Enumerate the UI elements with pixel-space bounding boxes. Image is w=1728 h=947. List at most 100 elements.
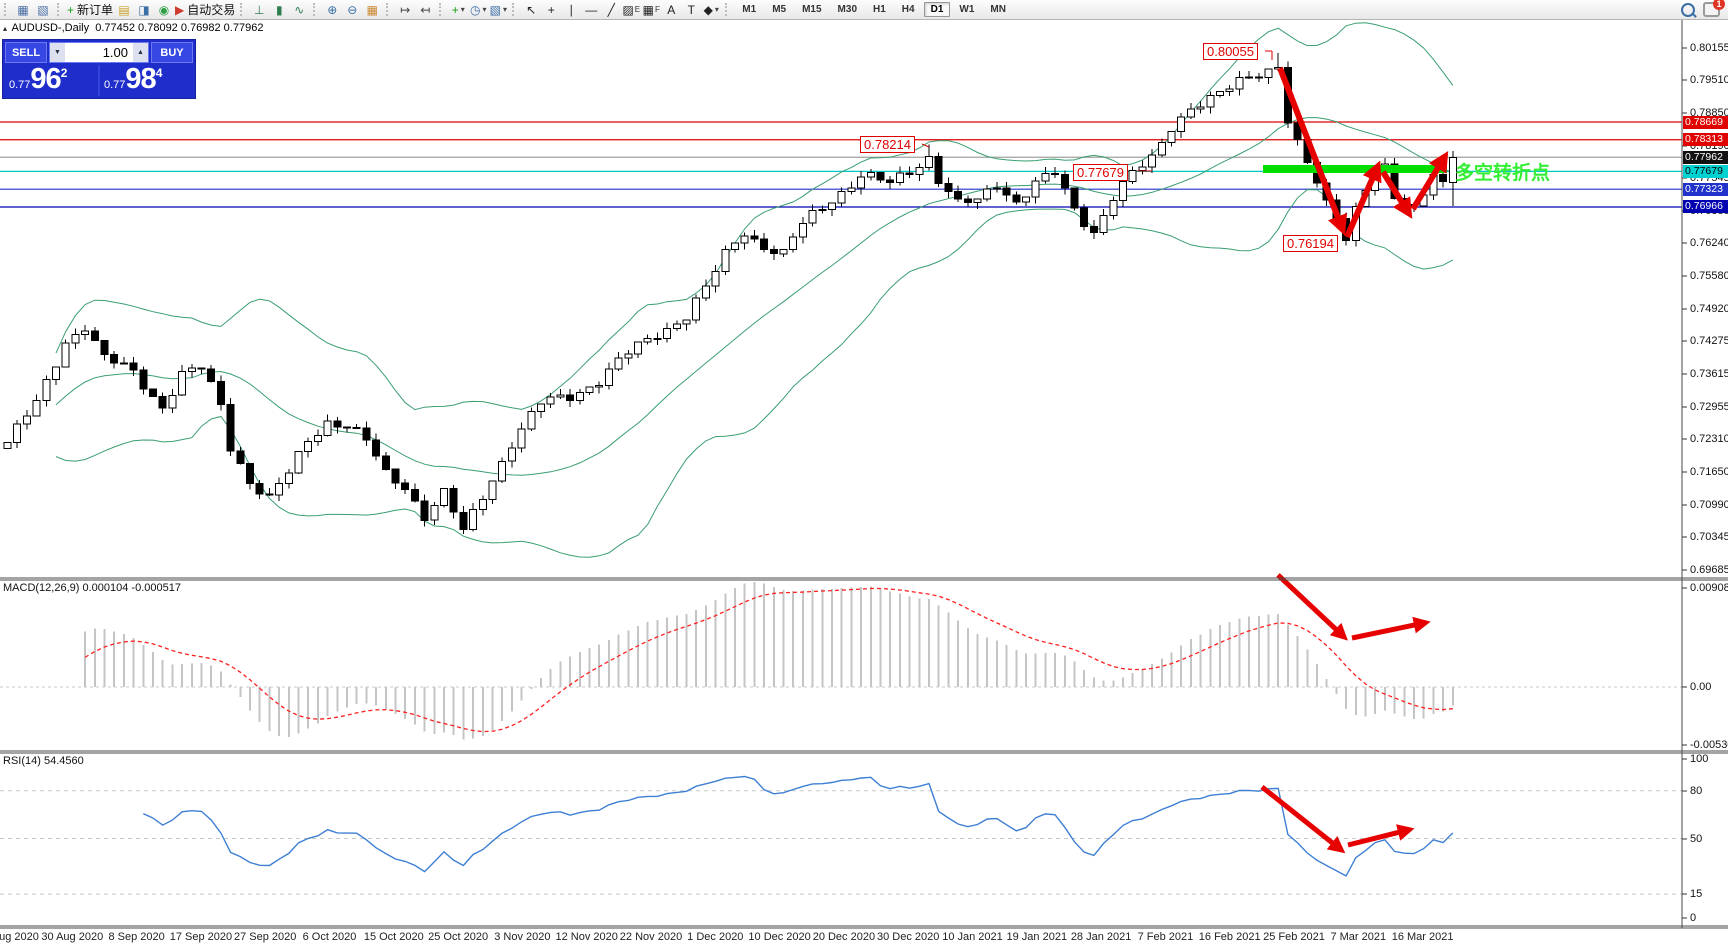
navigator-icon[interactable]: ◉ [155, 2, 173, 18]
profiles-icon[interactable]: ▧ [34, 2, 52, 18]
date-axis-label[interactable]: 20 Aug 2020 [0, 931, 39, 943]
date-axis-label[interactable]: 16 Feb 2021 [1199, 931, 1261, 943]
collapse-icon[interactable]: ▴ [3, 24, 7, 33]
date-axis-label[interactable]: 30 Dec 2020 [877, 931, 939, 943]
date-axis-label[interactable]: 28 Jan 2021 [1071, 931, 1132, 943]
equidistant-channel-icon[interactable]: ▨E [622, 2, 640, 18]
zoom-out-icon[interactable]: ⊖ [343, 2, 361, 18]
cursor-icon[interactable]: ↖ [522, 2, 540, 18]
buy-price-display[interactable]: 0.77984 [98, 65, 193, 96]
chevron-down-icon[interactable]: ▾ [503, 2, 507, 18]
timeframe-m5-button[interactable]: M5 [765, 2, 793, 17]
arrows-icon: ◆ [704, 2, 713, 18]
sell-price-display[interactable]: 0.77962 [5, 65, 98, 96]
templates-icon[interactable]: ▧▾ [489, 2, 507, 18]
trend-arrow[interactable] [1347, 168, 1377, 237]
date-axis-label[interactable]: 15 Oct 2020 [364, 931, 424, 943]
chevron-down-icon[interactable]: ▾ [461, 2, 465, 18]
trend-arrow[interactable] [1262, 787, 1340, 849]
tile-windows-icon[interactable]: ▦ [363, 2, 381, 18]
date-axis-label[interactable]: 10 Dec 2020 [748, 931, 810, 943]
date-axis-label[interactable]: 3 Nov 2020 [494, 931, 550, 943]
timeframe-mn-button[interactable]: MN [983, 2, 1013, 17]
date-axis-label[interactable]: 25 Feb 2021 [1263, 931, 1325, 943]
bar-chart-icon[interactable]: ⊥ [250, 2, 268, 18]
date-axis-label[interactable]: 1 Dec 2020 [687, 931, 743, 943]
chevron-down-icon[interactable]: ▾ [483, 2, 487, 18]
fibonacci-icon[interactable]: ▦F [642, 2, 660, 18]
notification-count-badge: 1 [1713, 0, 1725, 10]
navigator-icon: ◉ [159, 2, 169, 18]
new-order-icon-label: 新订单 [77, 2, 113, 18]
timeframe-w1-button[interactable]: W1 [952, 2, 981, 17]
toolbar-grip [725, 3, 730, 16]
candlestick-chart-icon[interactable]: ▮ [270, 2, 288, 18]
price-callout-0.78214[interactable]: 0.78214 [860, 136, 915, 153]
volume-input[interactable]: 1.00 [65, 43, 133, 62]
date-axis-label[interactable]: 30 Aug 2020 [41, 931, 103, 943]
timeframe-h1-button[interactable]: H1 [866, 2, 893, 17]
timeframe-m1-button[interactable]: M1 [735, 2, 763, 17]
candlestick-chart-icon: ▮ [276, 2, 283, 18]
date-axis-label[interactable]: 16 Mar 2021 [1392, 931, 1454, 943]
price-callout-0.76194[interactable]: 0.76194 [1283, 235, 1338, 252]
timeframe-h4-button[interactable]: H4 [895, 2, 922, 17]
trend-arrow[interactable] [1352, 623, 1424, 638]
date-axis-label[interactable]: 8 Sep 2020 [108, 931, 164, 943]
timeframe-m15-button[interactable]: M15 [795, 2, 828, 17]
date-axis-label[interactable]: 7 Feb 2021 [1138, 931, 1194, 943]
horizontal-line-icon[interactable]: — [582, 2, 600, 18]
price-axis-tick: 0.74920 [1690, 303, 1728, 315]
arrows-icon[interactable]: ◆▾ [702, 2, 720, 18]
trend-arrow[interactable] [1280, 68, 1342, 228]
symbol-period-label: AUDUSD-,Daily [11, 22, 89, 34]
volume-down-button[interactable]: ▼ [50, 43, 65, 62]
new-chart-icon[interactable]: ▦ [14, 2, 32, 18]
date-axis-label[interactable]: 27 Sep 2020 [234, 931, 296, 943]
reversal-level-bar[interactable] [1263, 165, 1447, 173]
vertical-line-icon[interactable]: ∣ [562, 2, 580, 18]
volume-up-button[interactable]: ▲ [133, 43, 148, 62]
sell-price-big: 96 [30, 63, 60, 95]
macd-axis-tick: 0.009081 [1690, 582, 1728, 594]
date-axis-label[interactable]: 7 Mar 2021 [1330, 931, 1386, 943]
date-axis-label[interactable]: 19 Jan 2021 [1007, 931, 1068, 943]
date-axis-label[interactable]: 17 Sep 2020 [170, 931, 232, 943]
profiles-icon: ▧ [37, 2, 48, 18]
market-watch-icon[interactable]: ▤ [115, 2, 133, 18]
indicators-icon[interactable]: +▾ [449, 2, 467, 18]
candles[interactable] [4, 53, 1456, 534]
search-icon[interactable] [1681, 3, 1695, 17]
ohlc-values: 0.77452 0.78092 0.76982 0.77962 [95, 22, 263, 34]
date-axis-label[interactable]: 6 Oct 2020 [303, 931, 357, 943]
sell-button[interactable]: SELL [5, 42, 47, 63]
autotrading-icon[interactable]: ▶自动交易 [175, 2, 235, 18]
date-axis-label[interactable]: 20 Dec 2020 [813, 931, 875, 943]
text-icon: A [667, 2, 675, 18]
notifications-icon[interactable]: 1 [1703, 2, 1720, 17]
toolbar-grip [313, 3, 318, 16]
trendline-icon[interactable]: ╱ [602, 2, 620, 18]
vertical-line-icon: ∣ [568, 2, 574, 18]
date-axis-label[interactable]: 25 Oct 2020 [428, 931, 488, 943]
chevron-down-icon[interactable]: ▾ [715, 2, 719, 18]
price-callout-0.80055[interactable]: 0.80055 [1203, 43, 1258, 60]
line-chart-icon[interactable]: ∿ [290, 2, 308, 18]
text-label-icon[interactable]: T [682, 2, 700, 18]
price-callout-0.77679[interactable]: 0.77679 [1073, 164, 1128, 181]
zoom-in-icon[interactable]: ⊕ [323, 2, 341, 18]
text-icon[interactable]: A [662, 2, 680, 18]
date-axis-label[interactable]: 12 Nov 2020 [555, 931, 617, 943]
buy-button[interactable]: BUY [151, 42, 193, 63]
data-window-icon[interactable]: ◨ [135, 2, 153, 18]
periods-icon[interactable]: ◷▾ [469, 2, 487, 18]
timeframe-d1-button[interactable]: D1 [924, 2, 951, 17]
date-axis-label[interactable]: 22 Nov 2020 [620, 931, 682, 943]
new-order-icon[interactable]: +新订单 [67, 2, 113, 18]
crosshair-icon[interactable]: + [542, 2, 560, 18]
timeframe-m30-button[interactable]: M30 [831, 2, 864, 17]
trend-arrow[interactable] [1348, 830, 1408, 845]
date-axis-label[interactable]: 10 Jan 2021 [942, 931, 1003, 943]
chart-shift-icon[interactable]: ↤ [416, 2, 434, 18]
auto-scroll-icon[interactable]: ↦ [396, 2, 414, 18]
